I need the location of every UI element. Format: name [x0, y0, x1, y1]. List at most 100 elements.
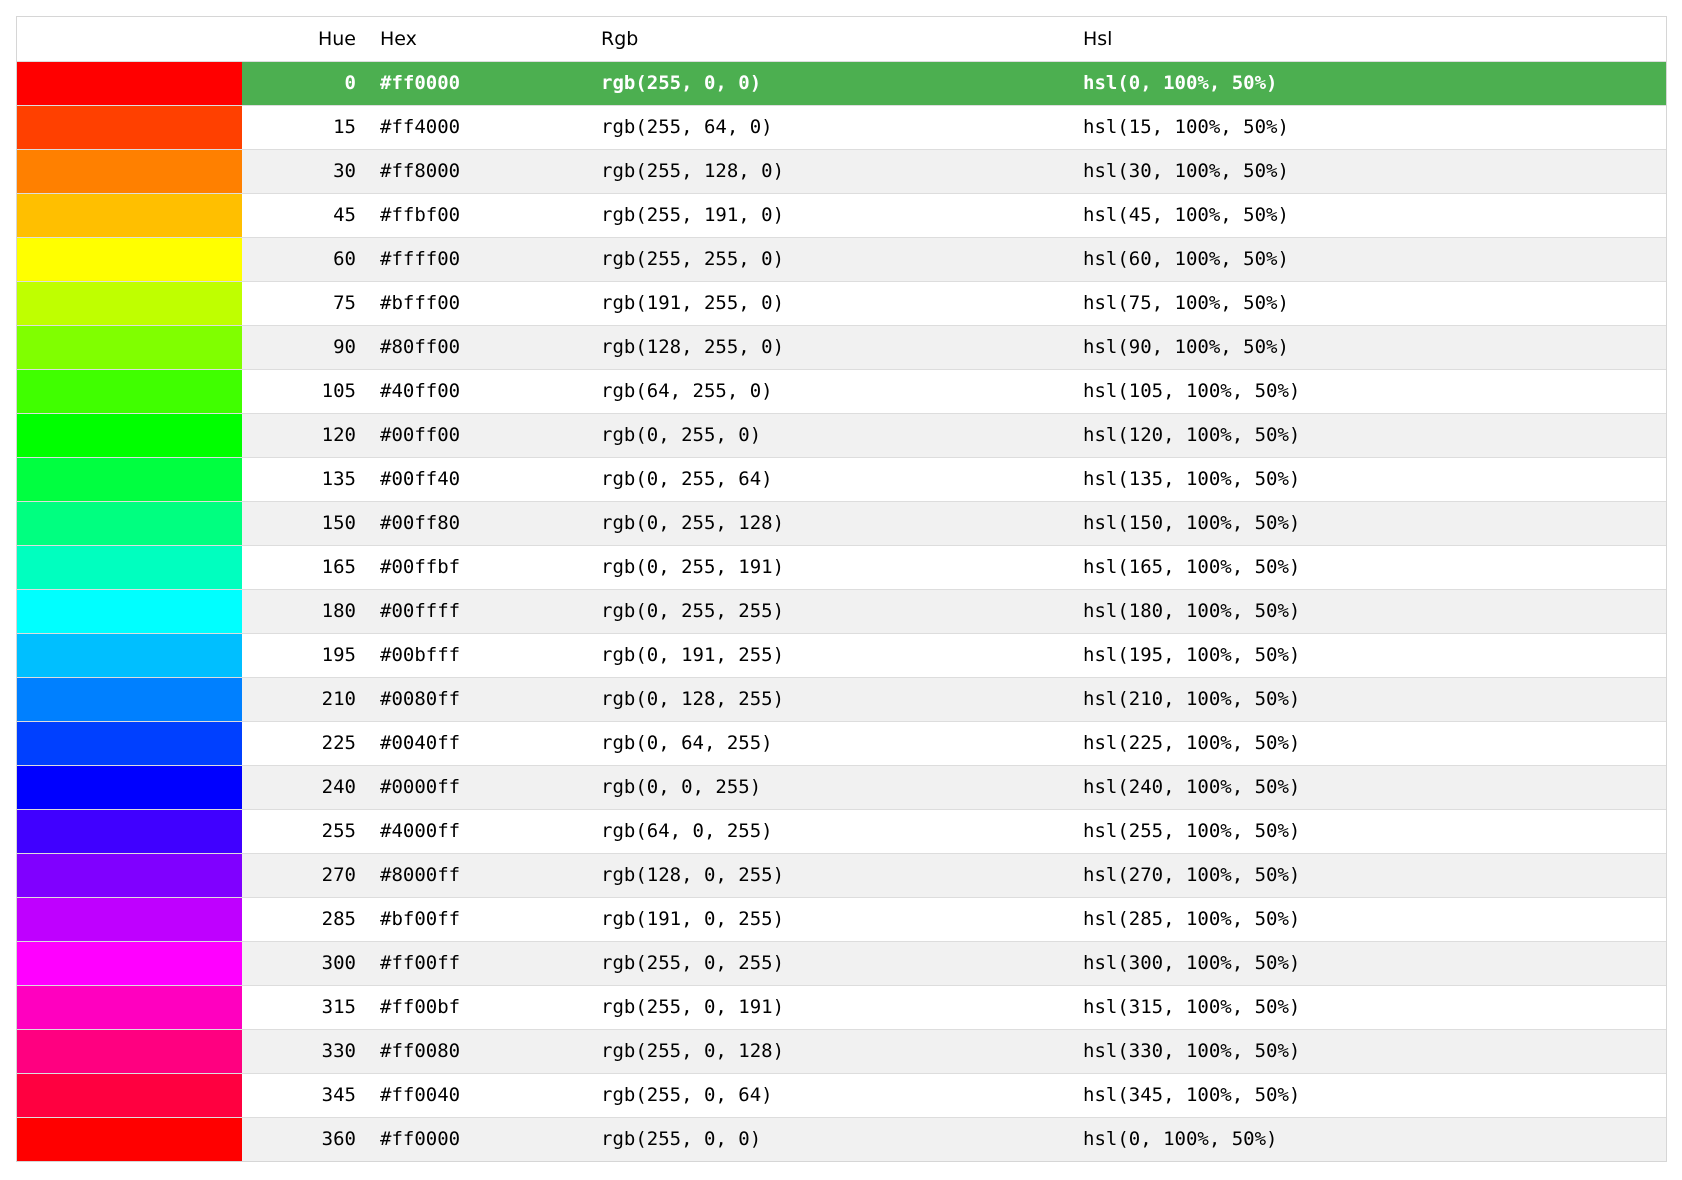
table-row[interactable]: 270 #8000ff rgb(128, 0, 255) hsl(270, 100%,…	[17, 853, 1666, 897]
color-swatch	[17, 853, 242, 897]
rgb-cell: rgb(0, 128, 255)	[601, 677, 1083, 721]
hue-cell: 150	[242, 501, 372, 545]
hue-cell: 180	[242, 589, 372, 633]
hsl-cell: hsl(75, 100%, 50%)	[1083, 281, 1666, 325]
hsl-cell: hsl(0, 100%, 50%)	[1083, 1117, 1666, 1161]
hue-cell: 30	[242, 149, 372, 193]
hex-cell: #ff8000	[372, 149, 601, 193]
rgb-cell: rgb(255, 0, 0)	[601, 1117, 1083, 1161]
hue-cell: 240	[242, 765, 372, 809]
table-row[interactable]: 285 #bf00ff rgb(191, 0, 255) hsl(285, 100%,…	[17, 897, 1666, 941]
hex-cell: #40ff00	[372, 369, 601, 413]
table-row[interactable]: 165 #00ffbf rgb(0, 255, 191) hsl(165, 100%,…	[17, 545, 1666, 589]
hsl-cell: hsl(210, 100%, 50%)	[1083, 677, 1666, 721]
table-row[interactable]: 180 #00ffff rgb(0, 255, 255) hsl(180, 100%,…	[17, 589, 1666, 633]
rgb-cell: rgb(255, 0, 128)	[601, 1029, 1083, 1073]
hue-cell: 285	[242, 897, 372, 941]
color-swatch	[17, 1073, 242, 1117]
hex-cell: #bfff00	[372, 281, 601, 325]
column-header-rgb[interactable]: Rgb	[601, 17, 1083, 61]
hsl-cell: hsl(60, 100%, 50%)	[1083, 237, 1666, 281]
color-swatch	[17, 589, 242, 633]
color-swatch	[17, 1117, 242, 1161]
color-swatch	[17, 501, 242, 545]
table-row[interactable]: 195 #00bfff rgb(0, 191, 255) hsl(195, 100%,…	[17, 633, 1666, 677]
hsl-cell: hsl(90, 100%, 50%)	[1083, 325, 1666, 369]
table-row[interactable]: 330 #ff0080 rgb(255, 0, 128) hsl(330, 100%,…	[17, 1029, 1666, 1073]
rgb-cell: rgb(0, 255, 191)	[601, 545, 1083, 589]
rgb-cell: rgb(255, 0, 64)	[601, 1073, 1083, 1117]
hex-cell: #00ff00	[372, 413, 601, 457]
hue-cell: 330	[242, 1029, 372, 1073]
table-row[interactable]: 60 #ffff00 rgb(255, 255, 0) hsl(60, 100%, 5…	[17, 237, 1666, 281]
hue-cell: 60	[242, 237, 372, 281]
color-swatch	[17, 457, 242, 501]
hue-cell: 315	[242, 985, 372, 1029]
table-row[interactable]: 225 #0040ff rgb(0, 64, 255) hsl(225, 100%, …	[17, 721, 1666, 765]
table-row[interactable]: 90 #80ff00 rgb(128, 255, 0) hsl(90, 100%, 5…	[17, 325, 1666, 369]
table-row[interactable]: 345 #ff0040 rgb(255, 0, 64) hsl(345, 100%, …	[17, 1073, 1666, 1117]
table-row[interactable]: 120 #00ff00 rgb(0, 255, 0) hsl(120, 100%, 5…	[17, 413, 1666, 457]
color-swatch	[17, 61, 242, 105]
hex-cell: #0080ff	[372, 677, 601, 721]
header-row: Hue Hex Rgb Hsl	[17, 17, 1666, 61]
color-swatch	[17, 237, 242, 281]
hex-cell: #ffff00	[372, 237, 601, 281]
hue-cell: 210	[242, 677, 372, 721]
hue-cell: 90	[242, 325, 372, 369]
table-row[interactable]: 30 #ff8000 rgb(255, 128, 0) hsl(30, 100%, 5…	[17, 149, 1666, 193]
rgb-cell: rgb(128, 255, 0)	[601, 325, 1083, 369]
table-row[interactable]: 255 #4000ff rgb(64, 0, 255) hsl(255, 100%, …	[17, 809, 1666, 853]
hue-cell: 165	[242, 545, 372, 589]
color-swatch	[17, 677, 242, 721]
rgb-cell: rgb(255, 0, 191)	[601, 985, 1083, 1029]
table-row[interactable]: 315 #ff00bf rgb(255, 0, 191) hsl(315, 100%,…	[17, 985, 1666, 1029]
hex-cell: #ff4000	[372, 105, 601, 149]
table-row[interactable]: 105 #40ff00 rgb(64, 255, 0) hsl(105, 100%, …	[17, 369, 1666, 413]
hex-cell: #ff0000	[372, 61, 601, 105]
hex-cell: #4000ff	[372, 809, 601, 853]
table-row[interactable]: 135 #00ff40 rgb(0, 255, 64) hsl(135, 100%, …	[17, 457, 1666, 501]
hsl-cell: hsl(225, 100%, 50%)	[1083, 721, 1666, 765]
column-header-hex[interactable]: Hex	[372, 17, 601, 61]
hsl-cell: hsl(30, 100%, 50%)	[1083, 149, 1666, 193]
color-swatch	[17, 281, 242, 325]
hsl-cell: hsl(180, 100%, 50%)	[1083, 589, 1666, 633]
hue-cell: 300	[242, 941, 372, 985]
rgb-cell: rgb(64, 255, 0)	[601, 369, 1083, 413]
table-row[interactable]: 75 #bfff00 rgb(191, 255, 0) hsl(75, 100%, 5…	[17, 281, 1666, 325]
table-header: Hue Hex Rgb Hsl	[17, 17, 1666, 61]
color-swatch	[17, 325, 242, 369]
table-row[interactable]: 45 #ffbf00 rgb(255, 191, 0) hsl(45, 100%, 5…	[17, 193, 1666, 237]
rgb-cell: rgb(0, 255, 128)	[601, 501, 1083, 545]
color-swatch	[17, 413, 242, 457]
hex-cell: #0040ff	[372, 721, 601, 765]
table-row[interactable]: 15 #ff4000 rgb(255, 64, 0) hsl(15, 100%, 50…	[17, 105, 1666, 149]
color-swatch	[17, 721, 242, 765]
hue-cell: 135	[242, 457, 372, 501]
column-header-hue[interactable]: Hue	[242, 17, 372, 61]
rgb-cell: rgb(0, 191, 255)	[601, 633, 1083, 677]
rgb-cell: rgb(0, 255, 255)	[601, 589, 1083, 633]
table-row[interactable]: 360 #ff0000 rgb(255, 0, 0) hsl(0, 100%, 50%…	[17, 1117, 1666, 1161]
table-row[interactable]: 240 #0000ff rgb(0, 0, 255) hsl(240, 100%, 5…	[17, 765, 1666, 809]
hex-cell: #00ffbf	[372, 545, 601, 589]
hue-cell: 345	[242, 1073, 372, 1117]
hue-cell: 45	[242, 193, 372, 237]
color-table-container: Hue Hex Rgb Hsl 0 #ff0000 rgb(255, 0, 0) hs…	[16, 16, 1667, 1162]
column-header-hsl[interactable]: Hsl	[1083, 17, 1666, 61]
hsl-cell: hsl(285, 100%, 50%)	[1083, 897, 1666, 941]
color-swatch	[17, 941, 242, 985]
table-row[interactable]: 300 #ff00ff rgb(255, 0, 255) hsl(300, 100%,…	[17, 941, 1666, 985]
hex-cell: #00ffff	[372, 589, 601, 633]
hsl-cell: hsl(120, 100%, 50%)	[1083, 413, 1666, 457]
hex-cell: #ff0040	[372, 1073, 601, 1117]
rgb-cell: rgb(255, 255, 0)	[601, 237, 1083, 281]
hue-cell: 255	[242, 809, 372, 853]
table-row[interactable]: 210 #0080ff rgb(0, 128, 255) hsl(210, 100%,…	[17, 677, 1666, 721]
table-row[interactable]: 0 #ff0000 rgb(255, 0, 0) hsl(0, 100%, 50%)	[17, 61, 1666, 105]
hsl-cell: hsl(15, 100%, 50%)	[1083, 105, 1666, 149]
hue-cell: 195	[242, 633, 372, 677]
color-table: Hue Hex Rgb Hsl 0 #ff0000 rgb(255, 0, 0) hs…	[17, 17, 1666, 1161]
table-row[interactable]: 150 #00ff80 rgb(0, 255, 128) hsl(150, 100%,…	[17, 501, 1666, 545]
